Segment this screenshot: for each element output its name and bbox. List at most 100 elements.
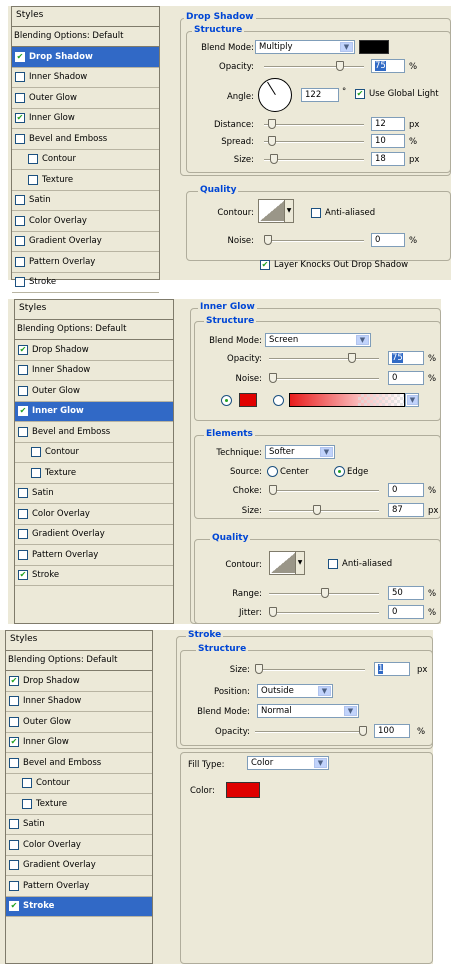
style-checkbox[interactable] [9, 860, 19, 871]
style-item-inner-shadow[interactable]: Inner Shadow [12, 68, 159, 88]
style-item-stroke[interactable]: Stroke [12, 273, 159, 293]
noise-slider[interactable] [269, 373, 379, 383]
style-item-color-overlay[interactable]: Color Overlay [12, 211, 159, 232]
anti-aliased-checkbox[interactable]: Anti-aliased [328, 559, 392, 569]
style-item-inner-shadow[interactable]: Inner Shadow [6, 692, 152, 712]
style-checkbox[interactable]: ✔ [15, 113, 25, 124]
style-checkbox[interactable] [9, 716, 19, 727]
style-checkbox[interactable] [15, 236, 25, 247]
glow-gradient-swatch[interactable] [289, 393, 405, 407]
style-checkbox[interactable] [18, 488, 28, 499]
style-checkbox[interactable] [18, 385, 28, 396]
style-checkbox[interactable] [15, 92, 25, 103]
style-checkbox[interactable] [9, 839, 19, 850]
source-center-radio[interactable] [267, 466, 278, 477]
style-checkbox[interactable] [18, 426, 28, 437]
opacity-slider-thumb[interactable] [348, 353, 356, 363]
contour-picker[interactable]: ▼ [269, 551, 305, 575]
choke-input[interactable]: 0 [388, 483, 424, 497]
opacity-slider-thumb[interactable] [336, 61, 344, 71]
style-checkbox[interactable]: ✔ [9, 901, 19, 912]
style-checkbox[interactable] [18, 549, 28, 560]
angle-input[interactable]: 122 [301, 88, 339, 102]
noise-slider-thumb[interactable] [269, 373, 277, 383]
opacity-input[interactable]: 100 [374, 724, 410, 738]
style-item-inner-glow[interactable]: ✔ Inner Glow [12, 109, 159, 129]
style-checkbox[interactable] [15, 133, 25, 144]
blending-options-item[interactable]: Blending Options: Default [12, 27, 159, 47]
style-item-outer-glow[interactable]: Outer Glow [15, 381, 173, 402]
size-slider-thumb[interactable] [313, 505, 321, 515]
style-checkbox[interactable] [18, 508, 28, 519]
spread-input[interactable]: 10 [371, 134, 405, 148]
style-item-inner-glow[interactable]: ✔ Inner Glow [15, 401, 173, 422]
size-slider[interactable] [264, 154, 364, 164]
style-item-color-overlay[interactable]: Color Overlay [6, 835, 152, 856]
position-select[interactable]: Outside ▼ [257, 684, 333, 698]
style-item-stroke[interactable]: ✔ Stroke [6, 896, 152, 917]
style-item-drop-shadow[interactable]: ✔ Drop Shadow [12, 47, 159, 68]
noise-input[interactable]: 0 [388, 371, 424, 385]
choke-slider[interactable] [269, 485, 379, 495]
style-checkbox[interactable]: ✔ [18, 570, 28, 581]
style-item-pattern-overlay[interactable]: Pattern Overlay [15, 545, 173, 566]
style-checkbox[interactable] [28, 174, 38, 185]
jitter-slider-thumb[interactable] [269, 607, 277, 617]
style-checkbox[interactable] [28, 154, 38, 165]
style-item-inner-shadow[interactable]: Inner Shadow [15, 361, 173, 381]
style-checkbox[interactable] [15, 195, 25, 206]
stroke-color-swatch[interactable] [226, 782, 260, 798]
jitter-slider[interactable] [269, 607, 379, 617]
opacity-slider-thumb[interactable] [359, 726, 367, 736]
blending-options-item[interactable]: Blending Options: Default [6, 651, 152, 671]
jitter-input[interactable]: 0 [388, 605, 424, 619]
style-checkbox[interactable] [9, 880, 19, 891]
style-checkbox[interactable] [22, 798, 32, 809]
opacity-input[interactable]: 75 [371, 59, 405, 73]
style-item-texture[interactable]: Texture [15, 463, 173, 484]
layer-knocks-out-checkbox[interactable]: ✔ Layer Knocks Out Drop Shadow [260, 260, 408, 270]
style-checkbox[interactable]: ✔ [9, 675, 19, 686]
spread-slider[interactable] [264, 136, 364, 146]
range-slider[interactable] [269, 588, 379, 598]
style-checkbox[interactable] [18, 529, 28, 540]
style-item-color-overlay[interactable]: Color Overlay [15, 504, 173, 525]
style-item-contour[interactable]: Contour [6, 774, 152, 794]
style-item-texture[interactable]: Texture [12, 170, 159, 191]
opacity-slider[interactable] [255, 726, 367, 736]
shadow-color-swatch[interactable] [359, 40, 389, 54]
gradient-dropdown[interactable]: ▼ [405, 393, 419, 407]
style-checkbox[interactable] [15, 72, 25, 83]
style-item-contour[interactable]: Contour [12, 150, 159, 170]
technique-select[interactable]: Softer ▼ [265, 445, 335, 459]
style-item-outer-glow[interactable]: Outer Glow [6, 712, 152, 733]
noise-slider-thumb[interactable] [264, 235, 272, 245]
opacity-slider[interactable] [264, 61, 364, 71]
size-input[interactable]: 87 [388, 503, 424, 517]
style-item-bevel-and-emboss[interactable]: Bevel and Emboss [12, 129, 159, 150]
opacity-slider[interactable] [269, 353, 379, 363]
glow-color-swatch[interactable] [239, 393, 257, 407]
style-checkbox[interactable] [15, 256, 25, 267]
blend-mode-select[interactable]: Screen ▼ [265, 333, 371, 347]
style-item-contour[interactable]: Contour [15, 443, 173, 463]
style-checkbox[interactable]: ✔ [18, 406, 28, 417]
angle-dial[interactable] [258, 78, 292, 112]
size-input[interactable]: 18 [371, 152, 405, 166]
solid-color-radio[interactable] [221, 395, 232, 406]
style-item-drop-shadow[interactable]: ✔ Drop Shadow [6, 671, 152, 692]
contour-picker[interactable]: ▼ [258, 199, 294, 223]
anti-aliased-checkbox[interactable]: Anti-aliased [311, 208, 375, 218]
source-edge-radio[interactable] [334, 466, 345, 477]
style-item-pattern-overlay[interactable]: Pattern Overlay [12, 252, 159, 273]
style-checkbox[interactable] [15, 215, 25, 226]
style-checkbox[interactable]: ✔ [9, 737, 19, 748]
distance-slider-thumb[interactable] [268, 119, 276, 129]
size-slider[interactable] [269, 505, 379, 515]
style-item-pattern-overlay[interactable]: Pattern Overlay [6, 876, 152, 897]
style-item-gradient-overlay[interactable]: Gradient Overlay [12, 232, 159, 252]
style-checkbox[interactable] [22, 778, 32, 789]
distance-slider[interactable] [264, 119, 364, 129]
fill-type-select[interactable]: Color ▼ [247, 756, 329, 770]
style-item-bevel-and-emboss[interactable]: Bevel and Emboss [15, 422, 173, 443]
